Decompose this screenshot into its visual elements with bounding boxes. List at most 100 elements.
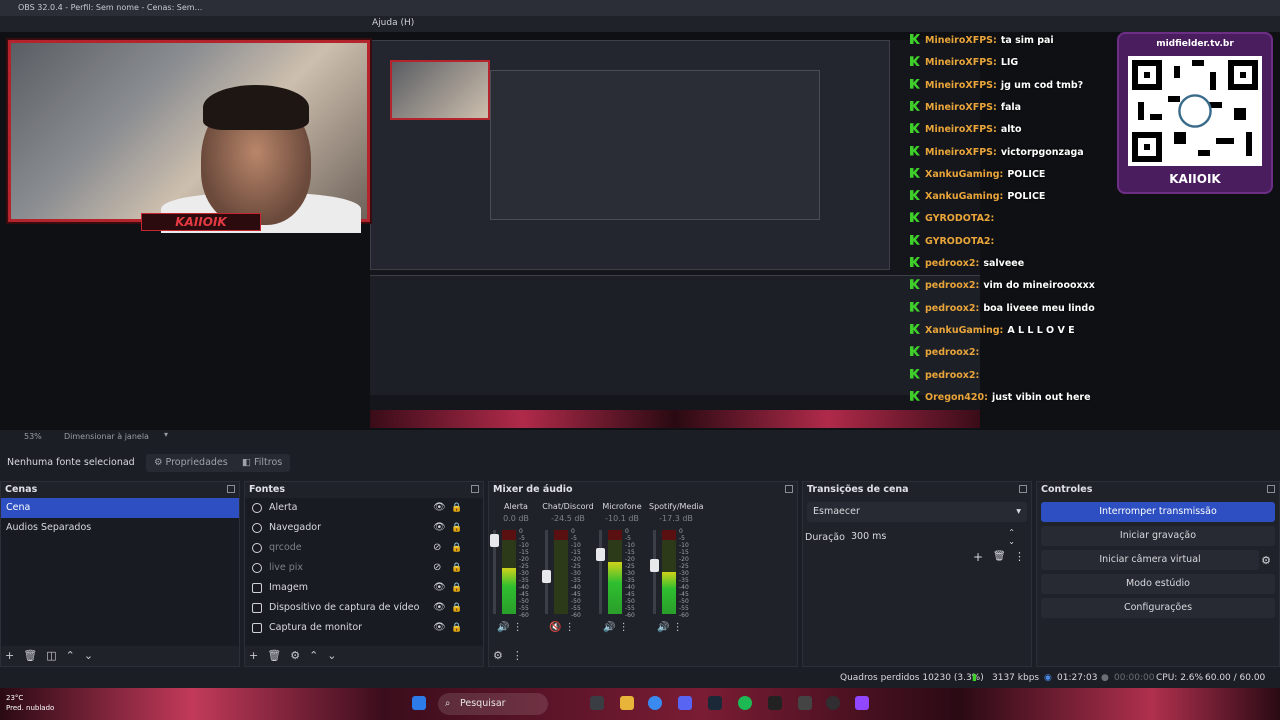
fader-knob[interactable] — [596, 548, 605, 561]
settings-icon[interactable] — [798, 696, 812, 710]
channel-menu-icon[interactable]: ⋮ — [673, 622, 683, 633]
add-transition-icon[interactable]: + — [973, 550, 983, 564]
control-button[interactable]: Interromper transmissão — [1041, 502, 1275, 522]
add-source-icon[interactable]: + — [249, 649, 258, 662]
kick-icon — [910, 190, 920, 201]
dropped-frames: Quadros perdidos 10230 (3.3%) — [840, 673, 984, 683]
start-icon[interactable] — [412, 696, 426, 710]
weather-widget[interactable]: 23°C Pred. nublado — [6, 693, 54, 713]
xbox-icon[interactable] — [768, 696, 782, 710]
meter-tick: -20 — [571, 556, 581, 563]
lock-icon[interactable]: 🔒 — [451, 602, 463, 614]
task-view-icon[interactable] — [590, 696, 604, 710]
chrome-icon[interactable] — [648, 696, 662, 710]
eye-hidden-icon[interactable]: ⊘ — [433, 542, 445, 554]
control-button[interactable]: Iniciar câmera virtual — [1041, 550, 1259, 570]
control-button[interactable]: Iniciar gravação — [1041, 526, 1275, 546]
lock-icon[interactable]: 🔒 — [451, 622, 463, 634]
chevron-down-icon[interactable]: ▾ — [164, 430, 168, 439]
undock-icon[interactable] — [1267, 485, 1275, 493]
source-item[interactable]: live pix ⊘ 🔒 — [245, 558, 483, 578]
chat-text: A L L L O V E — [1007, 324, 1075, 336]
webcam-overlay-label: KAIIOIK — [141, 213, 261, 231]
eye-icon[interactable]: 👁 — [433, 522, 446, 534]
undock-icon[interactable] — [227, 485, 235, 493]
channel-menu-icon[interactable]: ⋮ — [513, 622, 523, 633]
source-settings-icon[interactable]: ⚙ — [290, 649, 300, 662]
move-up-icon[interactable]: ⌃ — [309, 649, 318, 662]
source-item[interactable]: Alerta 👁 🔒 — [245, 498, 483, 518]
source-item[interactable]: Imagem 👁 🔒 — [245, 578, 483, 598]
menu-help[interactable]: Ajuda (H) — [372, 18, 414, 28]
eye-icon[interactable]: 👁 — [433, 582, 446, 594]
filters-button[interactable]: ◧ Filtros — [234, 454, 291, 472]
source-item[interactable]: Dispositivo de captura de vídeo 👁 🔒 — [245, 598, 483, 618]
volume-fader[interactable] — [490, 530, 499, 614]
source-item[interactable]: qrcode ⊘ 🔒 — [245, 538, 483, 558]
remove-source-icon[interactable]: 🗑 — [267, 649, 281, 662]
volume-fader[interactable] — [596, 530, 605, 614]
transitions-title: Transições de cena — [803, 482, 1031, 497]
file-explorer-icon[interactable] — [620, 696, 634, 710]
kick-icon — [910, 100, 920, 111]
speaker-icon[interactable]: 🔊 — [497, 622, 513, 633]
transition-select[interactable]: Esmaecer ▾ — [807, 502, 1027, 522]
source-item[interactable]: Navegador 👁 🔒 — [245, 518, 483, 538]
volume-fader[interactable] — [650, 530, 659, 614]
obs-icon[interactable] — [826, 696, 840, 710]
zoom-level[interactable]: 53% — [24, 432, 42, 441]
eye-icon[interactable]: 👁 — [433, 622, 446, 634]
meter-tick: -50 — [519, 598, 529, 605]
muted-speaker-icon[interactable]: 🔇 — [549, 622, 565, 633]
fader-knob[interactable] — [490, 533, 499, 547]
chat-user: pedroox2: — [925, 258, 980, 269]
scene-item[interactable]: Cena — [1, 498, 239, 518]
lock-icon[interactable]: 🔒 — [451, 582, 463, 594]
move-down-icon[interactable]: ⌄ — [327, 649, 336, 662]
duration-input[interactable]: 300 ms — [849, 528, 1027, 546]
fader-knob[interactable] — [650, 558, 659, 572]
properties-button[interactable]: ⚙ Propriedades — [146, 454, 236, 472]
virtual-camera-settings-icon[interactable]: ⚙ — [1261, 554, 1271, 567]
eye-hidden-icon[interactable]: ⊘ — [433, 562, 445, 574]
taskbar-search[interactable]: ⌕ Pesquisar — [438, 693, 548, 715]
remove-scene-icon[interactable]: 🗑 — [23, 649, 37, 662]
browser-icon — [252, 503, 262, 513]
mixer-menu-icon[interactable]: ⋮ — [512, 649, 523, 662]
mixer-settings-icon[interactable]: ⚙ — [493, 649, 503, 662]
twitch-icon[interactable] — [855, 696, 869, 710]
meter-tick: -35 — [571, 577, 581, 584]
scene-item[interactable]: Audios Separados — [1, 518, 239, 538]
fader-knob[interactable] — [542, 569, 551, 583]
undock-icon[interactable] — [1019, 485, 1027, 493]
add-scene-icon[interactable]: + — [5, 649, 14, 662]
undock-icon[interactable] — [471, 485, 479, 493]
speaker-icon[interactable]: 🔊 — [603, 622, 619, 633]
lock-icon[interactable]: 🔒 — [451, 562, 463, 574]
control-button[interactable]: Modo estúdio — [1041, 574, 1275, 594]
speaker-icon[interactable]: 🔊 — [657, 622, 673, 633]
lock-icon[interactable]: 🔒 — [451, 542, 463, 554]
lock-icon[interactable]: 🔒 — [451, 522, 463, 534]
controls-dock: Controles Interromper transmissão Iniciar… — [1036, 481, 1280, 667]
channel-menu-icon[interactable]: ⋮ — [619, 622, 629, 633]
lock-icon[interactable]: 🔒 — [451, 502, 463, 514]
channel-menu-icon[interactable]: ⋮ — [565, 622, 575, 633]
preview-status-row: 53% Dimensionar à janela ▾ — [0, 430, 1280, 444]
eye-icon[interactable]: 👁 — [433, 602, 446, 614]
meter-tick: -40 — [519, 584, 529, 591]
transition-menu-icon[interactable]: ⋮ — [1014, 550, 1025, 563]
move-down-icon[interactable]: ⌄ — [84, 649, 93, 662]
move-up-icon[interactable]: ⌃ — [66, 649, 75, 662]
eye-icon[interactable]: 👁 — [433, 502, 446, 514]
duration-stepper[interactable]: ⌃ ⌄ — [1008, 528, 1015, 546]
control-button[interactable]: Configurações — [1041, 598, 1275, 618]
volume-fader[interactable] — [542, 530, 551, 614]
resize-to-window[interactable]: Dimensionar à janela — [64, 432, 149, 441]
remove-transition-icon[interactable]: 🗑 — [993, 551, 1006, 562]
spotify-icon[interactable] — [738, 696, 752, 710]
source-item[interactable]: Captura de monitor 👁 🔒 — [245, 618, 483, 638]
steam-icon[interactable] — [708, 696, 722, 710]
discord-icon[interactable] — [678, 696, 692, 710]
filter-scene-icon[interactable]: ◫ — [46, 649, 56, 662]
